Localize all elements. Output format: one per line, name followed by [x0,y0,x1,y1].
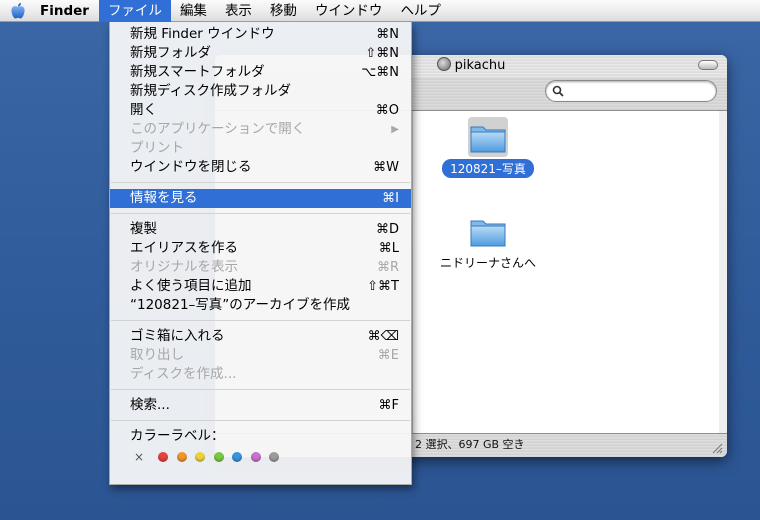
color-label-heading: カラーラベル： [110,427,411,446]
menu-item-label: オリジナルを表示 [130,259,238,275]
menu-item-label: ディスクを作成... [130,366,237,382]
menu-go[interactable]: 移動 [261,0,306,22]
shortcut-label: ⌘N [376,27,399,42]
color-label-dot[interactable] [250,452,261,462]
shortcut-label: ⌘F [378,398,399,413]
menu-item-label: このアプリケーションで開く [130,121,306,137]
no-label-button[interactable]: × [134,450,144,464]
folder-proxy-icon[interactable] [436,57,451,71]
color-label-dot[interactable] [269,452,279,462]
color-label-dot[interactable] [213,452,224,462]
color-label-dot[interactable] [232,452,242,462]
shortcut-label: ⌘E [377,348,399,363]
menu-item-label: 新規フォルダ [130,45,211,61]
vertical-scrollbar[interactable] [719,111,727,433]
menu-item-create-archive[interactable]: “120821–写真”のアーカイブを作成 [110,296,411,315]
color-label-picker: × [110,446,411,468]
shortcut-label: ⌘I [382,191,399,206]
menu-item-label: 取り出し [130,347,184,363]
folder-item-2[interactable]: ニドリーナさんへ [428,211,548,272]
menu-item-label: 開く [130,102,157,118]
menu-item-label: 情報を見る [130,190,198,206]
menu-item-duplicate[interactable]: 複製 ⌘D [110,220,411,239]
window-title: pikachu [454,58,506,73]
file-menu: 新規 Finder ウインドウ ⌘N 新規フォルダ ⇧⌘N 新規スマートフォルダ ⌥⌘… [109,22,412,485]
menu-item-label: 新規ディスク作成フォルダ [130,83,292,99]
shortcut-label: ⇧⌘T [367,279,399,294]
menu-item-burn-disc[interactable]: ディスクを作成... [110,365,411,384]
menu-finder[interactable]: Finder [36,0,99,22]
menu-item-open[interactable]: 開く ⌘O [110,101,411,120]
menu-separator [110,315,411,327]
color-label-dot[interactable] [176,452,187,462]
menu-item-new-folder[interactable]: 新規フォルダ ⇧⌘N [110,44,411,63]
folder-label: 120821–写真 [442,159,534,178]
shortcut-label: ⇧⌘N [365,46,399,61]
folder-icon [468,117,508,157]
menu-window[interactable]: ウインドウ [306,0,392,22]
resize-grip-icon[interactable] [711,442,723,454]
shortcut-label: ⌘O [375,103,399,118]
menu-item-label: ウインドウを閉じる [130,159,252,175]
apple-icon [11,2,25,18]
menu-item-label: エイリアスを作る [130,240,238,256]
menu-help[interactable]: ヘルプ [391,0,450,22]
menu-item-label: 新規 Finder ウインドウ [130,26,275,42]
menu-file[interactable]: ファイル [98,0,171,22]
menu-item-get-info[interactable]: 情報を見る ⌘I [110,189,411,208]
menu-separator [110,177,411,189]
submenu-arrow-icon: ▶ [391,124,399,135]
folder-item-1[interactable]: 120821–写真 [428,117,548,178]
menu-item-move-to-trash[interactable]: ゴミ箱に入れる ⌘⌫ [110,327,411,346]
menu-item-print[interactable]: プリント [110,139,411,158]
shortcut-label: ⌥⌘N [361,65,399,80]
menu-item-eject[interactable]: 取り出し ⌘E [110,346,411,365]
menu-item-make-alias[interactable]: エイリアスを作る ⌘L [110,239,411,258]
status-text: 2 選択、697 GB 空き [415,438,525,451]
menu-view[interactable]: 表示 [216,0,261,22]
shortcut-label: ⌘⌫ [367,329,399,344]
menu-separator [110,415,411,427]
menu-item-label: カラーラベル： [130,428,225,444]
menu-item-open-with[interactable]: このアプリケーションで開く ▶ [110,120,411,139]
shortcut-label: ⌘L [378,241,399,256]
search-field[interactable] [545,80,717,102]
shortcut-label: ⌘D [375,222,399,237]
color-label-dot[interactable] [195,452,205,462]
shortcut-label: ⌘W [373,160,399,175]
folder-label: ニドリーナさんへ [439,256,536,270]
menu-item-find[interactable]: 検索... ⌘F [110,396,411,415]
menu-item-label: 検索... [130,397,170,413]
menu-item-show-original[interactable]: オリジナルを表示 ⌘R [110,258,411,277]
menu-item-label: 新規スマートフォルダ [130,64,265,80]
menu-item-label: よく使う項目に追加 [130,278,252,294]
menu-item-new-finder-window[interactable]: 新規 Finder ウインドウ ⌘N [110,25,411,44]
menu-item-label: 複製 [130,221,157,237]
menu-bar: Finder ファイル 編集 表示 移動 ウインドウ ヘルプ [0,0,760,22]
menu-item-close-window[interactable]: ウインドウを閉じる ⌘W [110,158,411,177]
search-icon [552,85,564,97]
toolbar-toggle-button[interactable] [698,60,718,70]
menu-edit[interactable]: 編集 [171,0,216,22]
apple-menu[interactable] [0,0,36,22]
menu-item-add-to-sidebar[interactable]: よく使う項目に追加 ⇧⌘T [110,277,411,296]
menu-item-new-smart-folder[interactable]: 新規スマートフォルダ ⌥⌘N [110,63,411,82]
menu-separator [110,208,411,220]
color-label-dot[interactable] [158,452,168,462]
menu-item-new-burn-folder[interactable]: 新規ディスク作成フォルダ [110,82,411,101]
file-view[interactable]: 120821–写真 ニドリーナさんへ [413,111,719,433]
folder-icon [470,220,506,247]
shortcut-label: ⌘R [376,260,399,275]
menu-item-label: プリント [130,140,184,156]
menu-separator [110,384,411,396]
menu-item-label: ゴミ箱に入れる [130,328,225,344]
menu-item-label: “120821–写真”のアーカイブを作成 [130,297,350,313]
